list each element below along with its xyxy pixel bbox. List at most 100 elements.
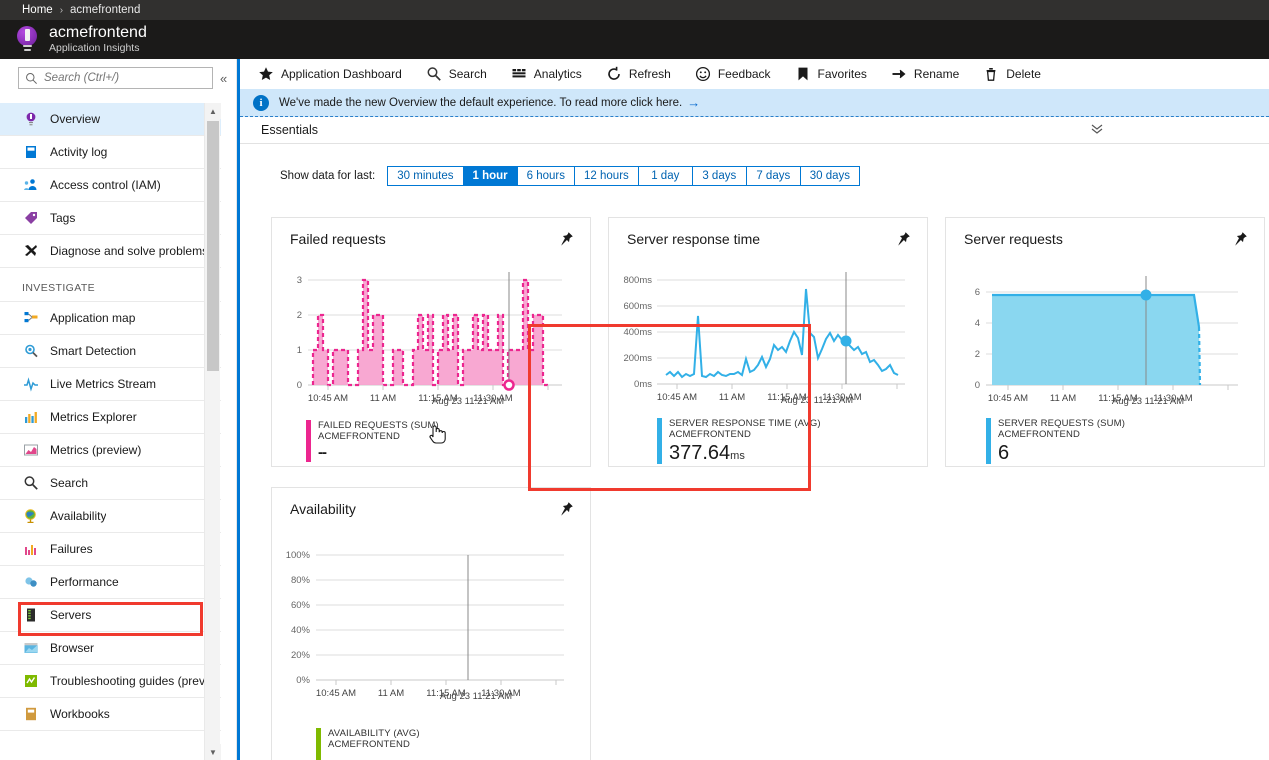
toolbar-button-label: Rename xyxy=(913,67,960,81)
essentials-toggle[interactable]: Essentials xyxy=(240,117,1269,144)
sidebar-group-investigate: INVESTIGATE xyxy=(0,268,221,302)
time-range-6-hours[interactable]: 6 hours xyxy=(516,166,575,186)
svg-text:Aug 23 11:21 AM: Aug 23 11:21 AM xyxy=(440,691,512,702)
chart-server-response-time[interactable]: 800ms 600ms 400ms 200ms 0ms 10:45 AM 11 … xyxy=(609,262,927,417)
card-failed-requests: Failed requests 3 2 1 0 10:45 AM 11 AM 1… xyxy=(271,217,591,467)
browser-icon xyxy=(22,640,39,657)
toolbar-analytics-button[interactable]: Analytics xyxy=(511,60,593,88)
search-icon xyxy=(426,66,442,82)
time-range-30-minutes[interactable]: 30 minutes xyxy=(387,166,463,186)
legend-value: 6 xyxy=(998,441,1125,468)
wrench-hammer-icon xyxy=(22,243,39,260)
sidebar-item-availability[interactable]: Availability xyxy=(0,500,221,533)
lightbulb-icon xyxy=(22,111,39,128)
scroll-down-icon[interactable]: ▼ xyxy=(205,744,221,760)
sidebar-item-smart-detection[interactable]: Smart Detection xyxy=(0,335,221,368)
sidebar-item-label: Workbooks xyxy=(50,707,110,721)
smiley-icon xyxy=(695,66,711,82)
sidebar-item-metrics-preview[interactable]: Metrics (preview) xyxy=(0,434,221,467)
failures-chart-icon xyxy=(22,541,39,558)
arrow-right-icon[interactable]: → xyxy=(687,95,700,110)
sidebar-item-label: Application map xyxy=(50,311,136,325)
arrow-right-icon xyxy=(891,66,907,82)
sidebar-item-troubleshooting-guides-previe[interactable]: Troubleshooting guides (previe xyxy=(0,665,221,698)
sidebar-item-metrics-explorer[interactable]: Metrics Explorer xyxy=(0,401,221,434)
legend-server-requests: SERVER REQUESTS (SUM) ACMEFRONTEND 6 xyxy=(986,418,1125,468)
chart-failed-requests[interactable]: 3 2 1 0 10:45 AM 11 AM 11:15 AM 11:30 AM… xyxy=(272,262,590,417)
breadcrumb-home[interactable]: Home xyxy=(22,4,53,16)
legend-metric-name: SERVER RESPONSE TIME (AVG) xyxy=(669,418,821,429)
sidebar-item-servers[interactable]: Servers xyxy=(0,599,221,632)
legend-color-swatch xyxy=(986,418,991,464)
pin-icon[interactable] xyxy=(1231,230,1249,248)
sidebar-item-access-control-iam[interactable]: Access control (IAM) xyxy=(0,169,221,202)
sidebar-scrollbar[interactable]: ▲ ▼ xyxy=(204,103,221,760)
legend-value: -- xyxy=(328,752,420,760)
info-banner[interactable]: i We've made the new Overview the defaul… xyxy=(240,89,1269,117)
search-input[interactable] xyxy=(38,71,206,85)
sidebar-item-performance[interactable]: Performance xyxy=(0,566,221,599)
toolbar-button-label: Search xyxy=(448,67,487,81)
sidebar-item-search[interactable]: Search xyxy=(0,467,221,500)
sidebar-item-label: Performance xyxy=(50,575,119,589)
sidebar-item-diagnose-and-solve-problems[interactable]: Diagnose and solve problems xyxy=(0,235,221,268)
page-subtitle: Application Insights xyxy=(49,42,140,54)
chart-availability[interactable]: 100% 80% 60% 40% 20% 0% 10:45 AM 11 AM 1… xyxy=(272,532,590,747)
sidebar-item-live-metrics-stream[interactable]: Live Metrics Stream xyxy=(0,368,221,401)
toolbar-favorites-button[interactable]: Favorites xyxy=(795,60,878,88)
card-title-failed-requests: Failed requests xyxy=(290,231,386,247)
legend-resource-name: ACMEFRONTEND xyxy=(328,739,411,750)
legend-value-number: 6 xyxy=(998,442,1010,464)
sidebar-item-overview[interactable]: Overview xyxy=(0,103,221,136)
chevron-double-down-icon[interactable] xyxy=(1090,123,1104,137)
pin-icon[interactable] xyxy=(557,500,575,518)
svg-text:600ms: 600ms xyxy=(623,301,652,312)
sidebar-item-workbooks[interactable]: Workbooks xyxy=(0,698,221,731)
svg-text:80%: 80% xyxy=(291,575,311,586)
legend-resource-name: ACMEFRONTEND xyxy=(318,431,401,442)
time-range-1-day[interactable]: 1 day xyxy=(637,166,692,186)
chart-server-requests[interactable]: 6 4 2 0 10:45 AM 11 AM 11:15 AM 11:30 AM… xyxy=(946,262,1264,417)
time-range-7-days[interactable]: 7 days xyxy=(745,166,800,186)
server-requests-svg: 6 4 2 0 10:45 AM 11 AM 11:15 AM 11:30 AM… xyxy=(975,276,1238,407)
chevron-double-left-icon[interactable]: « xyxy=(220,72,227,85)
svg-text:0ms: 0ms xyxy=(634,379,652,390)
toolbar-delete-button[interactable]: Delete xyxy=(983,60,1052,88)
legend-value: 377.64ms xyxy=(669,441,821,468)
info-icon: i xyxy=(253,94,269,111)
time-range-30-days[interactable]: 30 days xyxy=(799,166,861,186)
sidebar-item-failures[interactable]: Failures xyxy=(0,533,221,566)
sidebar-item-browser[interactable]: Browser xyxy=(0,632,221,665)
toolbar-rename-button[interactable]: Rename xyxy=(891,60,970,88)
toolbar-application-dashboard-button[interactable]: Application Dashboard xyxy=(258,60,413,88)
scroll-up-icon[interactable]: ▲ xyxy=(205,103,221,119)
card-title-availability: Availability xyxy=(290,501,356,517)
sidebar-item-application-map[interactable]: Application map xyxy=(0,302,221,335)
legend-failed-requests: FAILED REQUESTS (SUM) ACMEFRONTEND -- xyxy=(306,420,439,462)
toolbar-feedback-button[interactable]: Feedback xyxy=(695,60,782,88)
time-range-1-hour[interactable]: 1 hour xyxy=(462,166,517,186)
main-content: Application Dashboard Search Analytics Refr… xyxy=(237,59,1269,760)
time-range-12-hours[interactable]: 12 hours xyxy=(574,166,638,186)
pin-icon[interactable] xyxy=(557,230,575,248)
sidebar-item-activity-log[interactable]: Activity log xyxy=(0,136,221,169)
scrollbar-thumb[interactable] xyxy=(207,121,219,371)
svg-text:11 AM: 11 AM xyxy=(719,392,745,403)
svg-text:60%: 60% xyxy=(291,600,311,611)
time-range-3-days[interactable]: 3 days xyxy=(691,166,746,186)
svg-text:0: 0 xyxy=(297,380,302,391)
sidebar-item-tags[interactable]: Tags xyxy=(0,202,221,235)
toolbar-search-button[interactable]: Search xyxy=(426,60,498,88)
toolbar-refresh-button[interactable]: Refresh xyxy=(606,60,682,88)
svg-text:10:45 AM: 10:45 AM xyxy=(316,688,356,699)
legend-color-swatch xyxy=(306,420,311,462)
pin-icon[interactable] xyxy=(894,230,912,248)
search-input-wrapper[interactable] xyxy=(18,67,213,89)
svg-text:Aug 23 11:21 AM: Aug 23 11:21 AM xyxy=(432,396,504,407)
trash-icon xyxy=(983,66,999,82)
card-server-response-time: Server response time 800ms 600ms 400ms 2… xyxy=(608,217,928,467)
troubleshooting-icon xyxy=(22,673,39,690)
legend-value-number: 377.64 xyxy=(669,442,731,464)
svg-text:400ms: 400ms xyxy=(623,327,652,338)
command-toolbar: Application Dashboard Search Analytics Refr… xyxy=(240,59,1269,89)
